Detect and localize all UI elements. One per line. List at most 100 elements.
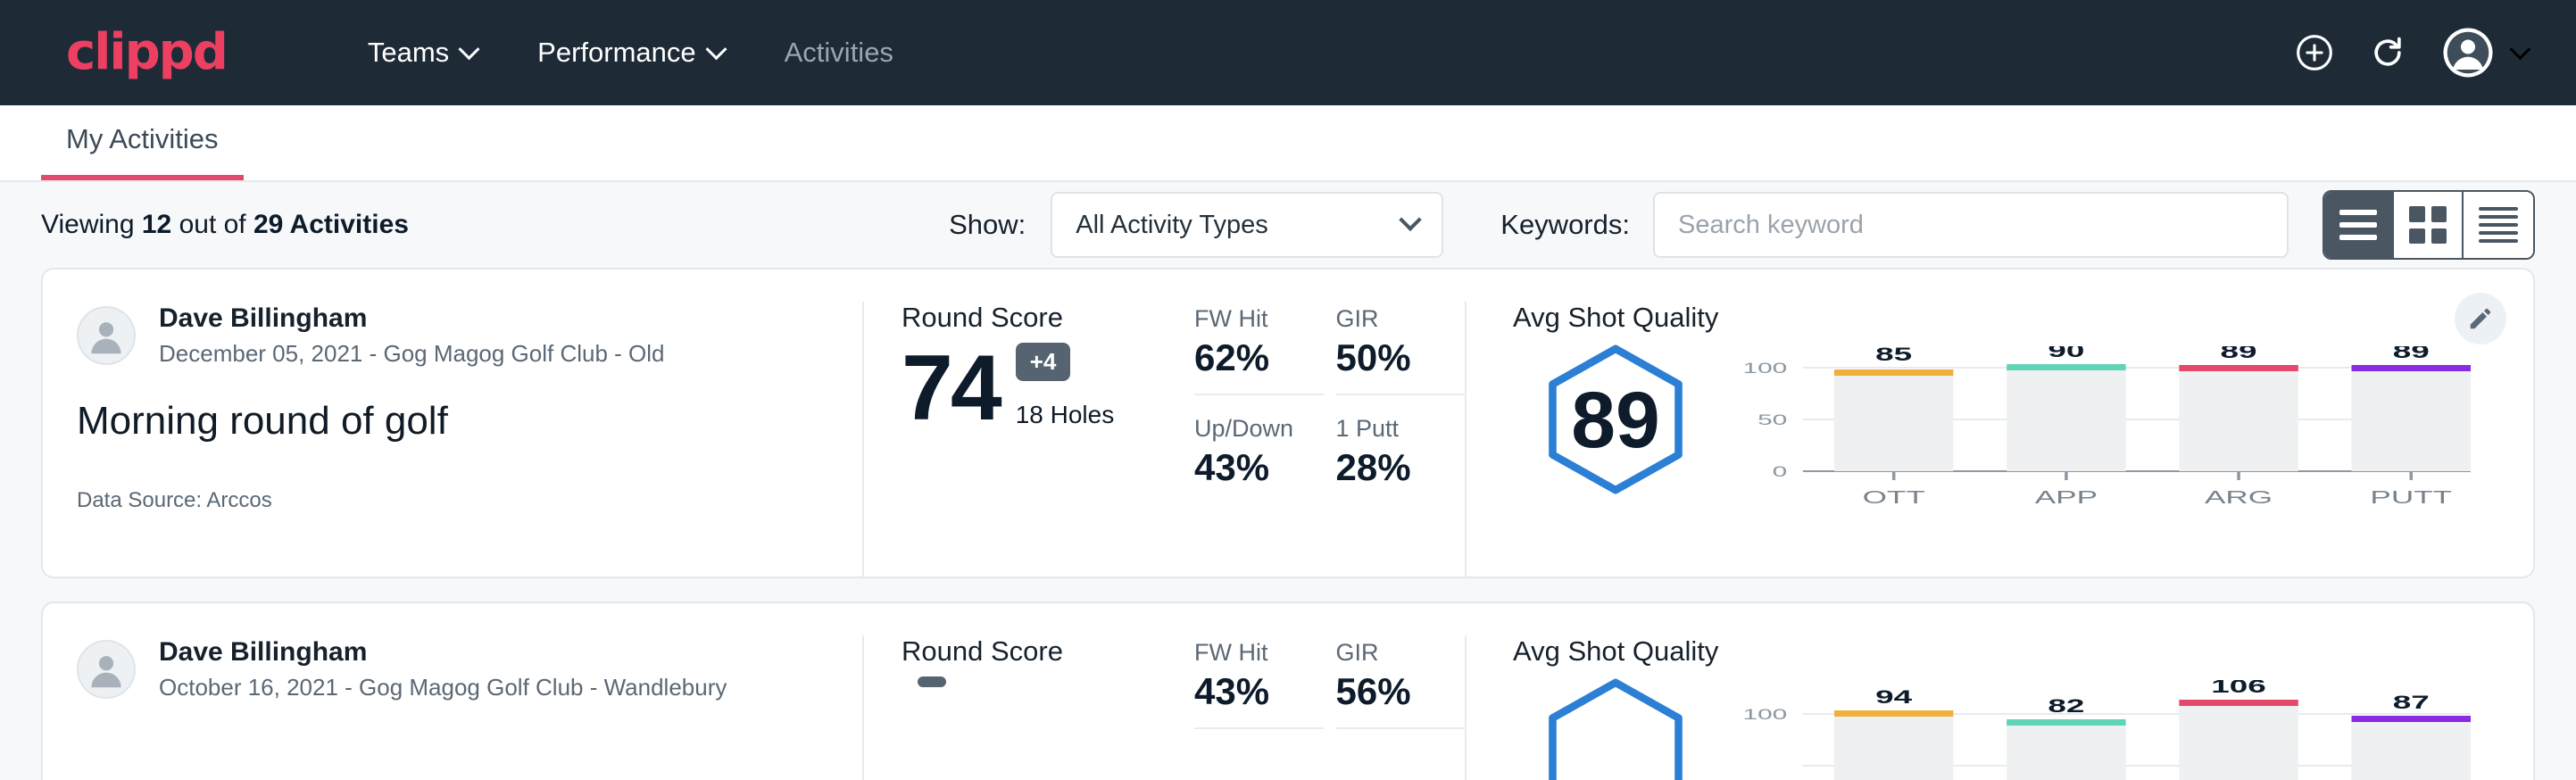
stat-one-putt-value: 28% [1336,446,1450,489]
tab-my-activities[interactable]: My Activities [41,123,244,180]
activity-info: Dave Billingham December 05, 2021 - Gog … [43,302,864,577]
activity-list: Dave Billingham December 05, 2021 - Gog … [0,268,2576,780]
avatar [77,306,136,365]
activity-title: Morning round of golf [77,399,827,444]
stat-fw-hit: FW Hit 43% [1194,639,1324,729]
bar-cap-arg [2179,700,2298,706]
activity-info: Dave Billingham October 16, 2021 - Gog M… [43,635,864,780]
stat-gir-value: 50% [1336,336,1450,379]
view-mode-list-button[interactable] [2324,192,2394,258]
nav-item-performance[interactable]: Performance [507,37,753,69]
compact-view-icon [2479,207,2518,243]
chart-value-labels: 85 90 89 89 [1875,346,2430,365]
keywords-label: Keywords: [1500,209,1630,241]
shot-quality-chart: 100 94 [1718,671,2533,780]
chart-value-labels: 94 82 106 87 [1875,680,2430,717]
ytick-100: 100 [1742,360,1787,377]
nav-links: Teams Performance Activities [337,37,924,69]
search-input[interactable] [1653,192,2289,258]
filter-controls: Show: All Activity Types Keywords: [949,190,2535,260]
shot-quality-body: 89 100 50 0 [1513,337,2533,526]
bar-ott [1834,373,1953,471]
stat-fw-hit: FW Hit 62% [1194,305,1324,395]
chart-bars [1834,364,2471,471]
viewing-total: 29 Activities [253,210,409,239]
nav-item-teams[interactable]: Teams [337,37,507,69]
chevron-down-icon [2509,38,2530,60]
nav-item-activities[interactable]: Activities [754,37,924,69]
stat-fw-hit-label: FW Hit [1194,305,1308,333]
value-label-ott: 94 [1875,687,1912,708]
value-label-arg: 106 [2211,680,2266,697]
chart-y-ticks: 100 50 0 [1742,360,1787,480]
viewing-count-text: Viewing 12 out of 29 Activities [41,210,409,240]
round-score-value: 74 [902,344,1000,433]
value-label-arg: 89 [2221,346,2257,362]
nav-actions [2295,26,2528,79]
bar-cap-putt [2352,365,2471,371]
activity-user-row: Dave Billingham October 16, 2021 - Gog M… [77,635,827,702]
stat-gir: GIR 56% [1336,639,1466,729]
refresh-icon [2368,33,2407,72]
data-source-label: Data Source: [77,488,206,512]
round-score-side: +4 18 Holes [1016,343,1115,433]
person-icon [82,311,130,360]
score-to-par-badge: +4 [1016,343,1071,381]
chart-x-labels: OTT APP ARG PUTT [1863,488,2453,508]
chevron-down-icon [705,38,727,60]
stat-up-down-label: Up/Down [1194,415,1308,443]
value-label-putt: 87 [2393,693,2430,713]
shot-quality-body: 100 94 [1513,671,2533,780]
value-label-app: 82 [2048,696,2084,717]
round-score-row [902,676,1194,710]
add-activity-button[interactable] [2295,33,2334,72]
filter-bar: Viewing 12 out of 29 Activities Show: Al… [0,182,2576,268]
viewing-count: 12 [142,210,171,239]
activity-card[interactable]: Dave Billingham December 05, 2021 - Gog … [41,268,2535,578]
activity-stats: FW Hit 43% GIR 56% [1194,635,1467,780]
activity-meta: October 16, 2021 - Gog Magog Golf Club -… [159,673,727,703]
view-mode-grid-button[interactable] [2394,192,2464,258]
bar-putt [2352,719,2471,780]
activity-stats: FW Hit 62% GIR 50% Up/Down 43% 1 Putt 28… [1194,302,1467,577]
xlabel-arg: ARG [2205,488,2273,508]
shot-quality-section: Avg Shot Quality 89 [1467,302,2533,577]
bar-putt [2352,369,2471,471]
activity-card[interactable]: Dave Billingham October 16, 2021 - Gog M… [41,602,2535,780]
xlabel-ott: OTT [1863,488,1925,508]
bar-cap-putt [2352,716,2471,722]
shot-quality-chart: 100 50 0 [1718,337,2533,526]
round-score-label: Round Score [902,302,1194,334]
ytick-100: 100 [1742,706,1787,723]
bar-app [2007,368,2125,471]
round-score-side [918,676,946,710]
stat-gir-label: GIR [1336,305,1450,333]
grid-view-icon [2409,206,2447,244]
activity-user-name: Dave Billingham [159,635,727,669]
chart-bars [1834,700,2471,780]
stat-gir: GIR 50% [1336,305,1466,395]
round-score-label: Round Score [902,635,1194,668]
activity-type-select[interactable]: All Activity Types [1051,192,1443,258]
refresh-button[interactable] [2368,33,2407,72]
bar-cap-app [2007,364,2125,370]
round-score-row: 74 +4 18 Holes [902,343,1194,433]
tab-bar: My Activities [0,105,2576,182]
account-menu-button[interactable] [2441,26,2528,79]
nav-item-teams-label: Teams [368,37,449,69]
account-avatar-icon [2441,26,2495,79]
xlabel-putt: PUTT [2370,488,2452,508]
bar-cap-ott [1834,710,1953,717]
app-logo[interactable]: clippd [66,28,227,78]
view-mode-toggle-group [2323,190,2535,260]
bar-arg [2179,703,2298,780]
edit-activity-button[interactable] [2455,293,2506,344]
activity-user-name: Dave Billingham [159,302,665,336]
ytick-50: 50 [1757,411,1787,428]
stat-fw-hit-label: FW Hit [1194,639,1308,667]
nav-item-activities-label: Activities [785,37,893,69]
avg-shot-quality-label: Avg Shot Quality [1513,302,2533,334]
viewing-middle: out of [171,210,253,239]
stat-gir-value: 56% [1336,670,1450,713]
view-mode-compact-button[interactable] [2464,192,2533,258]
